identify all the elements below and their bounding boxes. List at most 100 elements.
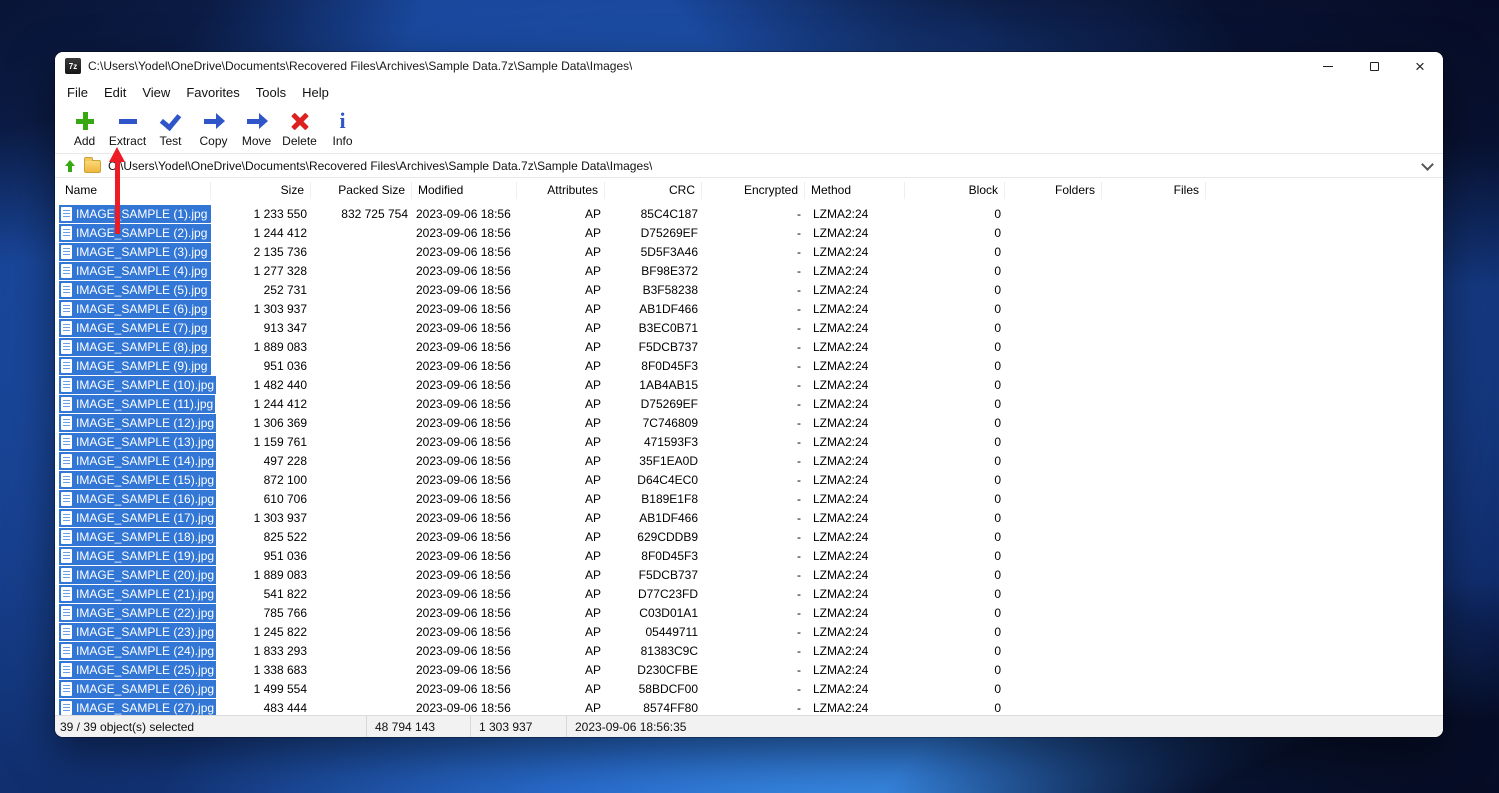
table-row[interactable]: IMAGE_SAMPLE (25).jpg1 338 6832023-09-06… [59,660,1443,679]
table-row[interactable]: IMAGE_SAMPLE (23).jpg1 245 8222023-09-06… [59,622,1443,641]
menu-favorites[interactable]: Favorites [178,80,247,104]
file-method: LZMA2:24 [805,492,905,506]
extract-button[interactable]: Extract [106,108,149,148]
column-header-crc[interactable]: CRC [605,182,702,199]
table-row[interactable]: IMAGE_SAMPLE (16).jpg610 7062023-09-06 1… [59,489,1443,508]
table-row[interactable]: IMAGE_SAMPLE (21).jpg541 8222023-09-06 1… [59,584,1443,603]
selected-file-highlight[interactable]: IMAGE_SAMPLE (24).jpg [59,642,216,660]
selected-file-highlight[interactable]: IMAGE_SAMPLE (20).jpg [59,566,216,584]
table-row[interactable]: IMAGE_SAMPLE (20).jpg1 889 0832023-09-06… [59,565,1443,584]
selected-file-highlight[interactable]: IMAGE_SAMPLE (12).jpg [59,414,216,432]
selected-file-highlight[interactable]: IMAGE_SAMPLE (11).jpg [59,395,215,413]
table-row[interactable]: IMAGE_SAMPLE (26).jpg1 499 5542023-09-06… [59,679,1443,698]
selected-file-highlight[interactable]: IMAGE_SAMPLE (10).jpg [59,376,216,394]
selected-file-highlight[interactable]: IMAGE_SAMPLE (16).jpg [59,490,216,508]
menu-edit[interactable]: Edit [96,80,134,104]
selected-file-highlight[interactable]: IMAGE_SAMPLE (9).jpg [59,357,211,375]
column-header-method[interactable]: Method [805,182,905,199]
table-row[interactable]: IMAGE_SAMPLE (15).jpg872 1002023-09-06 1… [59,470,1443,489]
menu-view[interactable]: View [134,80,178,104]
table-row[interactable]: IMAGE_SAMPLE (18).jpg825 5222023-09-06 1… [59,527,1443,546]
table-row[interactable]: IMAGE_SAMPLE (13).jpg1 159 7612023-09-06… [59,432,1443,451]
selected-file-highlight[interactable]: IMAGE_SAMPLE (8).jpg [59,338,211,356]
move-button[interactable]: Move [235,108,278,148]
column-header-modified[interactable]: Modified [412,182,517,199]
selected-file-highlight[interactable]: IMAGE_SAMPLE (27).jpg [59,699,216,716]
selected-file-highlight[interactable]: IMAGE_SAMPLE (13).jpg [59,433,216,451]
column-header-size[interactable]: Size [211,182,311,199]
table-row[interactable]: IMAGE_SAMPLE (4).jpg1 277 3282023-09-06 … [59,261,1443,280]
minimize-button[interactable] [1305,52,1351,80]
table-row[interactable]: IMAGE_SAMPLE (24).jpg1 833 2932023-09-06… [59,641,1443,660]
table-row[interactable]: IMAGE_SAMPLE (2).jpg1 244 4122023-09-06 … [59,223,1443,242]
column-header-name[interactable]: Name [59,182,211,199]
selected-file-highlight[interactable]: IMAGE_SAMPLE (19).jpg [59,547,216,565]
table-row[interactable]: IMAGE_SAMPLE (22).jpg785 7662023-09-06 1… [59,603,1443,622]
copy-button[interactable]: Copy [192,108,235,148]
jpg-file-icon [61,340,72,354]
table-row[interactable]: IMAGE_SAMPLE (1).jpg1 233 550832 725 754… [59,204,1443,223]
menu-help[interactable]: Help [294,80,337,104]
table-row[interactable]: IMAGE_SAMPLE (5).jpg252 7312023-09-06 18… [59,280,1443,299]
selected-file-highlight[interactable]: IMAGE_SAMPLE (4).jpg [59,262,211,280]
table-row[interactable]: IMAGE_SAMPLE (27).jpg483 4442023-09-06 1… [59,698,1443,715]
column-header-block[interactable]: Block [905,182,1005,199]
selected-file-highlight[interactable]: IMAGE_SAMPLE (15).jpg [59,471,216,489]
chevron-down-icon[interactable] [1422,160,1433,171]
address-path[interactable]: C:\Users\Yodel\OneDrive\Documents\Recove… [108,159,652,173]
maximize-button[interactable] [1351,52,1397,80]
table-row[interactable]: IMAGE_SAMPLE (11).jpg1 244 4122023-09-06… [59,394,1443,413]
column-header-encrypted[interactable]: Encrypted [702,182,805,199]
info-icon [331,109,355,133]
7zip-app-icon: 7z [65,58,81,74]
selected-file-highlight[interactable]: IMAGE_SAMPLE (5).jpg [59,281,211,299]
table-row[interactable]: IMAGE_SAMPLE (3).jpg2 135 7362023-09-06 … [59,242,1443,261]
selected-file-highlight[interactable]: IMAGE_SAMPLE (25).jpg [59,661,216,679]
file-crc: D230CFBE [605,663,702,677]
file-name: IMAGE_SAMPLE (25).jpg [76,663,214,677]
info-button[interactable]: Info [321,108,364,148]
add-button[interactable]: Add [63,108,106,148]
file-crc: C03D01A1 [605,606,702,620]
menu-tools[interactable]: Tools [248,80,294,104]
selected-file-highlight[interactable]: IMAGE_SAMPLE (6).jpg [59,300,211,318]
address-bar[interactable]: C:\Users\Yodel\OneDrive\Documents\Recove… [55,154,1443,178]
table-row[interactable]: IMAGE_SAMPLE (17).jpg1 303 9372023-09-06… [59,508,1443,527]
table-row[interactable]: IMAGE_SAMPLE (10).jpg1 482 4402023-09-06… [59,375,1443,394]
table-row[interactable]: IMAGE_SAMPLE (7).jpg913 3472023-09-06 18… [59,318,1443,337]
desktop-wallpaper: 7z C:\Users\Yodel\OneDrive\Documents\Rec… [0,0,1499,793]
selected-file-highlight[interactable]: IMAGE_SAMPLE (3).jpg [59,243,211,261]
table-row[interactable]: IMAGE_SAMPLE (6).jpg1 303 9372023-09-06 … [59,299,1443,318]
selected-file-highlight[interactable]: IMAGE_SAMPLE (7).jpg [59,319,211,337]
selected-file-highlight[interactable]: IMAGE_SAMPLE (14).jpg [59,452,216,470]
table-row[interactable]: IMAGE_SAMPLE (8).jpg1 889 0832023-09-06 … [59,337,1443,356]
file-name: IMAGE_SAMPLE (23).jpg [76,625,214,639]
selected-file-highlight[interactable]: IMAGE_SAMPLE (26).jpg [59,680,216,698]
selected-file-highlight[interactable]: IMAGE_SAMPLE (23).jpg [59,623,216,641]
table-row[interactable]: IMAGE_SAMPLE (14).jpg497 2282023-09-06 1… [59,451,1443,470]
folder-up-icon[interactable] [63,159,77,173]
file-size: 1 306 369 [211,416,311,430]
menu-file[interactable]: File [59,80,96,104]
column-header-packed[interactable]: Packed Size [311,182,412,199]
table-row[interactable]: IMAGE_SAMPLE (9).jpg951 0362023-09-06 18… [59,356,1443,375]
test-button[interactable]: Test [149,108,192,148]
file-enc: - [702,454,805,468]
selected-file-highlight[interactable]: IMAGE_SAMPLE (18).jpg [59,528,216,546]
table-row[interactable]: IMAGE_SAMPLE (19).jpg951 0362023-09-06 1… [59,546,1443,565]
selected-file-highlight[interactable]: IMAGE_SAMPLE (2).jpg [59,224,211,242]
column-header-folders[interactable]: Folders [1005,182,1102,199]
delete-button[interactable]: Delete [278,108,321,148]
table-row[interactable]: IMAGE_SAMPLE (12).jpg1 306 3692023-09-06… [59,413,1443,432]
selected-file-highlight[interactable]: IMAGE_SAMPLE (17).jpg [59,509,216,527]
column-header-attributes[interactable]: Attributes [517,182,605,199]
file-enc: - [702,245,805,259]
close-button[interactable]: × [1397,52,1443,80]
column-header-files[interactable]: Files [1102,182,1206,199]
selected-file-highlight[interactable]: IMAGE_SAMPLE (22).jpg [59,604,216,622]
selected-file-highlight[interactable]: IMAGE_SAMPLE (21).jpg [59,585,216,603]
selected-file-highlight[interactable]: IMAGE_SAMPLE (1).jpg [59,205,211,223]
file-list[interactable]: IMAGE_SAMPLE (1).jpg1 233 550832 725 754… [55,202,1443,715]
file-size: 1 833 293 [211,644,311,658]
title-bar[interactable]: 7z C:\Users\Yodel\OneDrive\Documents\Rec… [55,52,1443,80]
